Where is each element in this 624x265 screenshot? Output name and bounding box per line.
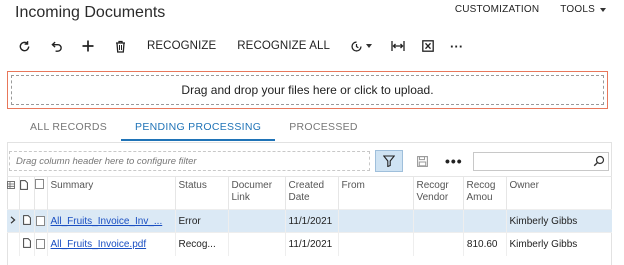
undo-button[interactable]	[46, 37, 66, 55]
status-cell: Error	[175, 209, 229, 233]
row-expand-cell	[7, 232, 20, 256]
grid-more-button[interactable]: •••	[445, 154, 463, 168]
refresh-button[interactable]	[14, 37, 34, 55]
table-row[interactable]: All_Fruits_Invoice.pdf Recog... 11/1/202…	[7, 232, 612, 256]
row-checkbox[interactable]	[36, 215, 45, 226]
recognized-amount-cell: 810.60	[463, 232, 507, 256]
tab-bar: ALL RECORDS PENDING PROCESSING PROCESSED	[16, 121, 372, 141]
customization-menu[interactable]: CUSTOMIZATION	[455, 4, 539, 15]
excel-export-icon	[422, 40, 434, 52]
toolbar: RECOGNIZE RECOGNIZE ALL ···	[14, 37, 463, 55]
search-icon	[593, 155, 605, 167]
recognized-amount-cell	[463, 209, 507, 233]
customization-label: CUSTOMIZATION	[454, 4, 540, 15]
clock-icon	[351, 40, 362, 52]
file-column-header[interactable]	[19, 176, 35, 210]
table-row[interactable]: All_Fruits_Invoice_Inv_... Error 11/1/20…	[7, 209, 612, 233]
chevron-right-icon	[10, 215, 16, 224]
summary-cell[interactable]: All_Fruits_Invoice_Inv_...	[47, 209, 176, 233]
floppy-disk-icon	[416, 155, 428, 167]
add-button[interactable]	[78, 37, 98, 55]
created-date-cell: 11/1/2021	[285, 232, 339, 256]
recognize-all-button[interactable]: RECOGNIZE ALL	[237, 40, 330, 52]
refresh-icon	[19, 40, 29, 51]
column-header-owner[interactable]: Owner	[506, 176, 612, 210]
export-excel-button[interactable]	[418, 37, 438, 55]
document-link-cell	[228, 232, 286, 256]
caret-down-icon	[600, 7, 606, 12]
file-icon	[22, 214, 31, 225]
dropzone-area[interactable]: Drag and drop your files here or click t…	[11, 75, 604, 105]
owner-cell: Kimberly Gibbs	[506, 209, 612, 233]
row-expand-cell[interactable]	[7, 209, 20, 233]
recognize-button[interactable]: RECOGNIZE	[147, 40, 216, 52]
select-all-checkbox[interactable]	[34, 179, 44, 189]
fit-columns-button[interactable]	[388, 37, 408, 55]
fit-columns-icon	[391, 41, 405, 51]
row-file-cell[interactable]	[19, 209, 35, 233]
grid-settings-icon	[7, 181, 15, 189]
dropzone-text: Drag and drop your files here or click t…	[181, 83, 434, 97]
top-links: CUSTOMIZATION TOOLS	[455, 4, 606, 15]
row-select-cell[interactable]	[34, 232, 48, 256]
documents-table: Summary Status Documer Link Created Date F…	[7, 176, 612, 256]
caret-down-icon	[365, 44, 372, 48]
row-file-cell[interactable]	[19, 232, 35, 256]
grid-search[interactable]	[473, 152, 609, 172]
filter-icon	[383, 155, 395, 167]
search-input[interactable]	[474, 155, 584, 172]
recognized-vendor-cell	[413, 232, 464, 256]
undo-icon	[50, 41, 62, 52]
row-checkbox[interactable]	[36, 239, 45, 250]
tools-menu[interactable]: TOOLS	[560, 4, 606, 15]
table-header-row: Summary Status Documer Link Created Date F…	[7, 176, 612, 210]
column-header-recognized-vendor-line2: Vendor	[416, 192, 449, 203]
summary-link[interactable]: All_Fruits_Invoice_Inv_...	[51, 216, 163, 227]
column-header-recognized-vendor-line1: Recogr	[416, 180, 449, 191]
owner-cell: Kimberly Gibbs	[506, 232, 612, 256]
plus-icon	[82, 40, 94, 52]
group-by-drop-area[interactable]: Drag column header here to configure fil…	[9, 151, 370, 171]
trash-icon	[115, 40, 125, 53]
column-header-document-link-line2: Link	[231, 192, 250, 203]
column-header-created-date-line2: Date	[288, 192, 310, 203]
file-icon	[19, 180, 28, 190]
filter-button[interactable]	[375, 150, 403, 172]
summary-link[interactable]: All_Fruits_Invoice.pdf	[51, 239, 147, 250]
column-header-recognized-amount-line1: Recog	[466, 180, 496, 191]
document-link-cell	[228, 209, 286, 233]
column-header-from[interactable]: From	[338, 176, 414, 210]
column-header-document-link-line1: Documer	[231, 180, 273, 191]
page-title: Incoming Documents	[15, 4, 166, 21]
more-actions-button[interactable]: ···	[450, 39, 463, 54]
column-header-status[interactable]: Status	[175, 176, 229, 210]
tab-pending-processing[interactable]: PENDING PROCESSING	[121, 121, 276, 141]
column-header-created-date-line1: Created	[288, 180, 325, 191]
column-header-document-link[interactable]: Documer Link	[228, 176, 286, 210]
tab-all-records[interactable]: ALL RECORDS	[16, 121, 121, 141]
column-header-summary[interactable]: Summary	[47, 176, 176, 210]
from-cell	[338, 209, 414, 233]
tab-processed[interactable]: PROCESSED	[275, 121, 372, 141]
column-header-recognized-vendor[interactable]: Recogr Vendor	[413, 176, 464, 210]
column-header-recognized-amount[interactable]: Recog Amou	[463, 176, 507, 210]
from-cell	[338, 232, 414, 256]
column-settings-header[interactable]	[7, 176, 20, 210]
select-all-header[interactable]	[34, 176, 48, 210]
created-date-cell: 11/1/2021	[285, 209, 339, 233]
recognized-vendor-cell	[413, 209, 464, 233]
delete-button[interactable]	[110, 37, 130, 55]
summary-cell[interactable]: All_Fruits_Invoice.pdf	[47, 232, 176, 256]
row-select-cell[interactable]	[34, 209, 48, 233]
save-filter-button[interactable]	[414, 153, 430, 169]
actions-dropdown-button[interactable]	[348, 37, 374, 55]
file-icon	[22, 237, 31, 248]
status-cell: Recog...	[175, 232, 229, 256]
file-upload-dropzone[interactable]: Drag and drop your files here or click t…	[7, 71, 608, 109]
column-header-created-date[interactable]: Created Date	[285, 176, 339, 210]
column-header-recognized-amount-line2: Amou	[466, 192, 493, 203]
tools-label: TOOLS	[560, 4, 595, 15]
